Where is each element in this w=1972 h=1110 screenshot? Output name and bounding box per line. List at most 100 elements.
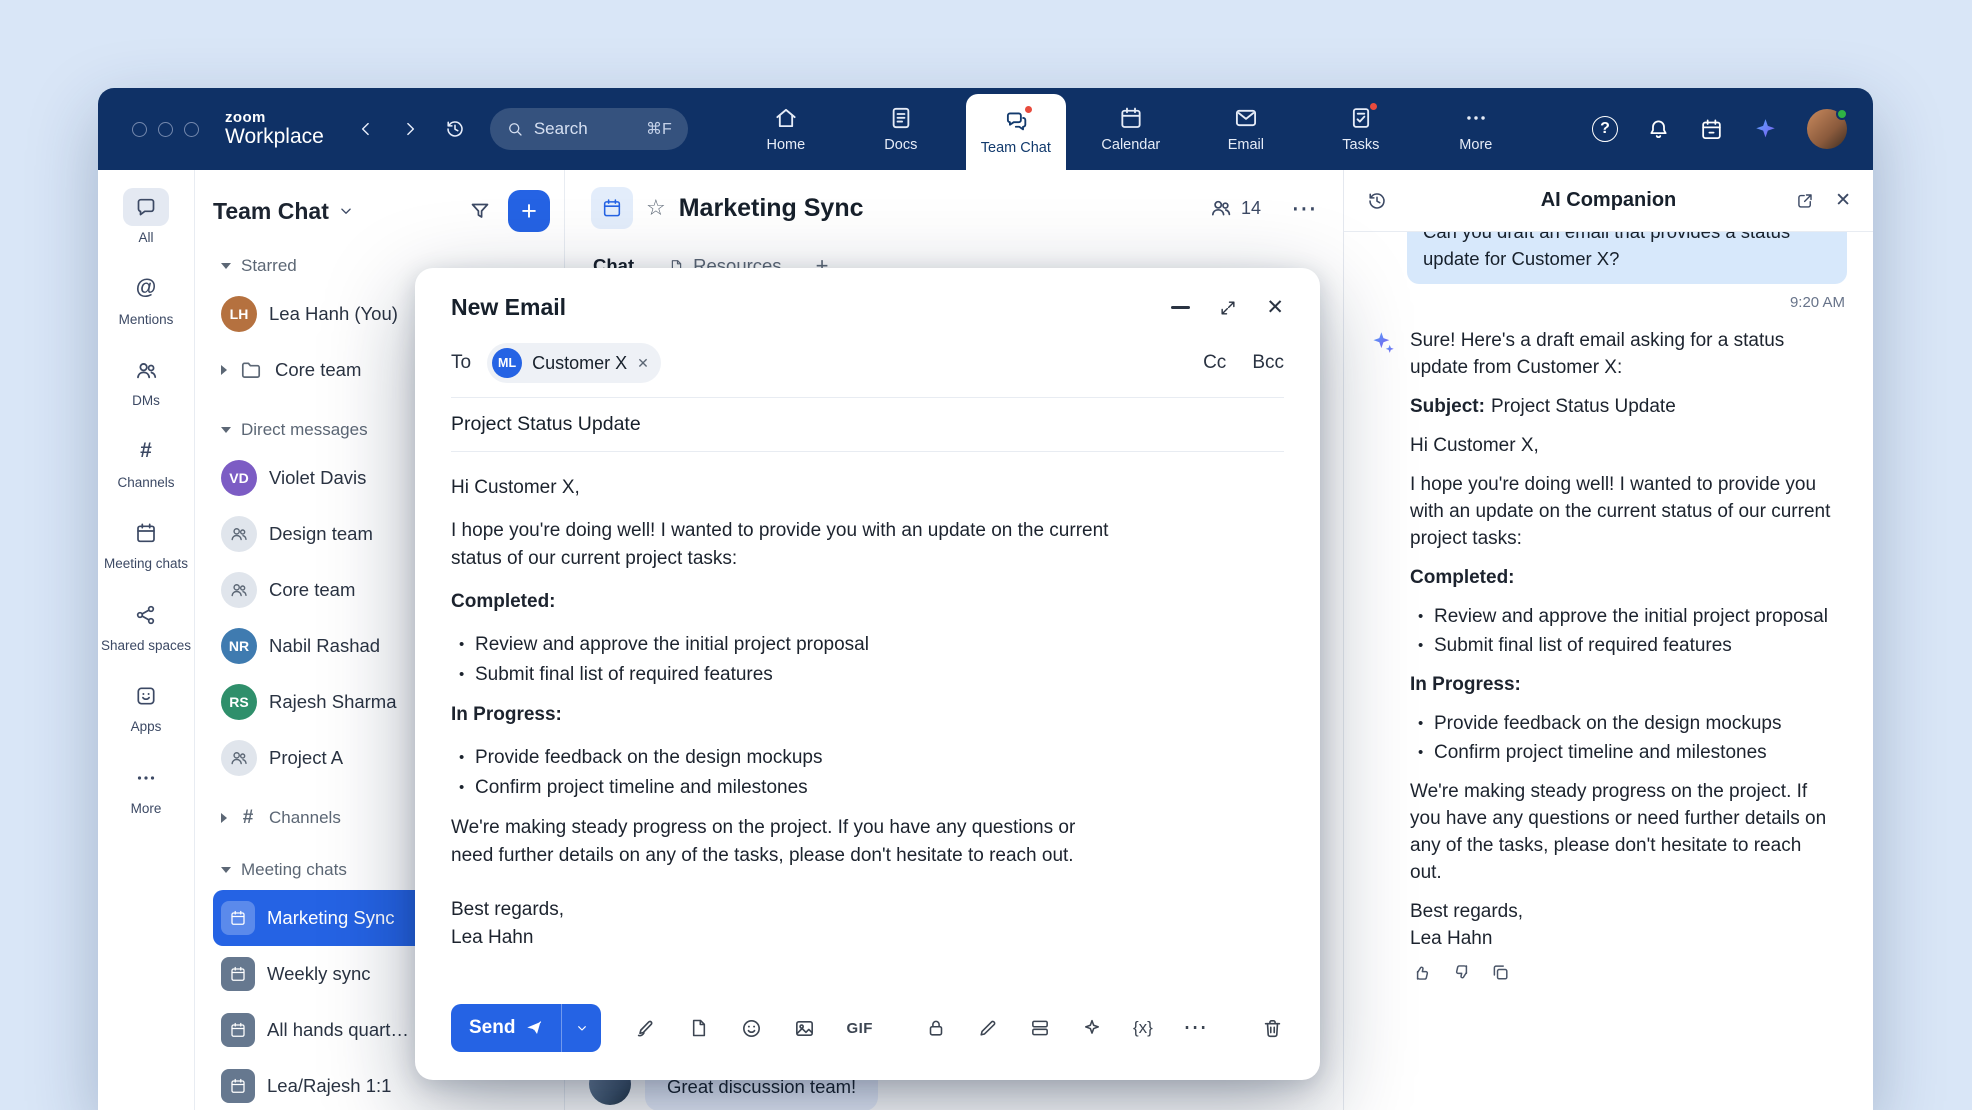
channel-more-menu[interactable]: ⋯ bbox=[1291, 195, 1317, 221]
forward-button[interactable] bbox=[400, 119, 420, 139]
filter-icon[interactable] bbox=[468, 199, 492, 223]
ai-feedback-actions bbox=[1412, 962, 1834, 983]
docs-icon bbox=[888, 105, 914, 131]
remove-recipient-icon[interactable]: ✕ bbox=[637, 355, 649, 372]
copy-icon[interactable] bbox=[1490, 962, 1511, 983]
ai-paragraph: I hope you're doing well! I wanted to pr… bbox=[1410, 471, 1834, 552]
rail-item-meeting-chats[interactable]: Meeting chats bbox=[98, 508, 194, 578]
list-item-label: Violet Davis bbox=[269, 467, 366, 489]
ai-panel-close-icon[interactable]: ✕ bbox=[1835, 189, 1851, 212]
rail-item-apps[interactable]: Apps bbox=[98, 671, 194, 741]
meeting-chat-icon bbox=[221, 1069, 255, 1103]
meeting-chat-icon bbox=[221, 957, 255, 991]
email-intro: I hope you're doing well! I wanted to pr… bbox=[451, 517, 1111, 573]
template-icon[interactable] bbox=[688, 1017, 710, 1039]
compose-more-icon[interactable]: ⋯ bbox=[1183, 1016, 1207, 1040]
new-chat-button[interactable]: + bbox=[508, 190, 550, 232]
nav-team-chat[interactable]: Team Chat bbox=[966, 94, 1066, 170]
avatar: VD bbox=[221, 460, 257, 496]
window-minimize-button[interactable] bbox=[158, 122, 173, 137]
email-inprogress-list: Provide feedback on the design mockups C… bbox=[451, 744, 1111, 802]
modal-close-icon[interactable]: ✕ bbox=[1266, 295, 1284, 320]
image-icon[interactable] bbox=[793, 1017, 816, 1040]
ai-compose-sparkle-icon[interactable] bbox=[1081, 1017, 1103, 1039]
rail-item-more[interactable]: More bbox=[98, 753, 194, 823]
ai-panel-title: AI Companion bbox=[1344, 189, 1873, 212]
ai-companion-icon[interactable] bbox=[1752, 116, 1779, 143]
tasks-icon bbox=[1348, 105, 1374, 131]
list-item-label: Project A bbox=[269, 747, 343, 769]
discard-trash-icon[interactable] bbox=[1261, 1017, 1284, 1040]
email-body-editor[interactable]: Hi Customer X, I hope you're doing well!… bbox=[415, 452, 1320, 990]
back-button[interactable] bbox=[356, 119, 376, 139]
ai-signature: Lea Hahn bbox=[1410, 925, 1834, 952]
ai-subject-value: Project Status Update bbox=[1491, 396, 1676, 417]
history-button[interactable] bbox=[444, 118, 466, 140]
gif-icon[interactable]: GIF bbox=[846, 1020, 873, 1037]
ai-history-icon[interactable] bbox=[1366, 190, 1388, 212]
unread-badge bbox=[1023, 104, 1034, 115]
layout-sections-icon[interactable] bbox=[1029, 1017, 1051, 1039]
sidebar-title[interactable]: Team Chat bbox=[213, 198, 329, 225]
nav-docs[interactable]: Docs bbox=[851, 88, 951, 170]
window-zoom-button[interactable] bbox=[184, 122, 199, 137]
variable-icon[interactable]: {x} bbox=[1133, 1018, 1153, 1038]
channel-header: ☆ Marketing Sync 14 ⋯ bbox=[565, 170, 1343, 246]
send-options-dropdown[interactable] bbox=[561, 1004, 601, 1052]
channel-header-actions: 14 ⋯ bbox=[1209, 195, 1317, 221]
rail-item-all[interactable]: All bbox=[98, 182, 194, 252]
subject-field[interactable]: Project Status Update bbox=[451, 398, 1284, 452]
rail-label: Channels bbox=[117, 475, 174, 491]
favorite-star-icon[interactable]: ☆ bbox=[646, 195, 666, 221]
avatar: RS bbox=[221, 684, 257, 720]
window-close-button[interactable] bbox=[132, 122, 147, 137]
nav-home[interactable]: Home bbox=[736, 88, 836, 170]
cc-button[interactable]: Cc bbox=[1203, 352, 1226, 374]
modal-title: New Email bbox=[451, 294, 566, 321]
recipient-name: Customer X bbox=[532, 353, 627, 374]
member-count[interactable]: 14 bbox=[1209, 196, 1261, 220]
rail-item-channels[interactable]: # Channels bbox=[98, 427, 194, 497]
ai-subject-label: Subject: bbox=[1410, 396, 1485, 417]
emoji-icon[interactable] bbox=[740, 1017, 763, 1040]
nav-label: Tasks bbox=[1342, 137, 1379, 153]
recipient-chip[interactable]: ML Customer X ✕ bbox=[487, 343, 661, 383]
open-in-new-icon[interactable] bbox=[1795, 191, 1815, 211]
channels-hash-icon: # bbox=[123, 433, 169, 471]
member-count-value: 14 bbox=[1241, 198, 1261, 219]
help-icon[interactable]: ? bbox=[1592, 116, 1618, 142]
modal-expand-icon[interactable] bbox=[1218, 298, 1238, 318]
rail-item-shared-spaces[interactable]: Shared spaces bbox=[98, 590, 194, 660]
schedule-calendar-icon[interactable] bbox=[1699, 117, 1724, 142]
chevron-down-icon[interactable] bbox=[337, 202, 355, 220]
nav-email[interactable]: Email bbox=[1196, 88, 1296, 170]
edit-pencil-icon[interactable] bbox=[977, 1017, 999, 1039]
nav-more[interactable]: More bbox=[1426, 88, 1526, 170]
nav-tasks[interactable]: Tasks bbox=[1311, 88, 1411, 170]
team-chat-icon bbox=[1003, 108, 1029, 134]
rail-label: Meeting chats bbox=[104, 556, 188, 572]
rail-label: Shared spaces bbox=[101, 638, 191, 654]
modal-minimize-icon[interactable] bbox=[1171, 306, 1190, 308]
list-item-label: Lea/Rajesh 1:1 bbox=[267, 1075, 391, 1097]
rail-item-dms[interactable]: DMs bbox=[98, 345, 194, 415]
section-collapsed-icon bbox=[221, 813, 227, 823]
ai-closing: Best regards, bbox=[1410, 898, 1834, 925]
thumbs-down-icon[interactable] bbox=[1451, 962, 1472, 983]
rail-label: Apps bbox=[131, 719, 162, 735]
signature-icon[interactable] bbox=[635, 1017, 658, 1040]
send-button-group: Send bbox=[451, 1004, 601, 1052]
user-avatar[interactable] bbox=[1807, 109, 1847, 149]
list-item: Submit final list of required features bbox=[1416, 632, 1834, 659]
list-item-label: Weekly sync bbox=[267, 963, 371, 985]
nav-calendar[interactable]: Calendar bbox=[1081, 88, 1181, 170]
thumbs-up-icon[interactable] bbox=[1412, 962, 1433, 983]
bcc-button[interactable]: Bcc bbox=[1252, 352, 1284, 374]
lock-icon[interactable] bbox=[925, 1017, 947, 1039]
rail-item-mentions[interactable]: @ Mentions bbox=[98, 264, 194, 334]
ai-companion-panel: AI Companion ✕ Can you draft an email th… bbox=[1343, 170, 1873, 1110]
list-item: Provide feedback on the design mockups bbox=[1416, 710, 1834, 737]
send-button[interactable]: Send bbox=[451, 1004, 561, 1052]
search-input[interactable]: Search ⌘F bbox=[490, 108, 688, 150]
notifications-bell-icon[interactable] bbox=[1646, 117, 1671, 142]
